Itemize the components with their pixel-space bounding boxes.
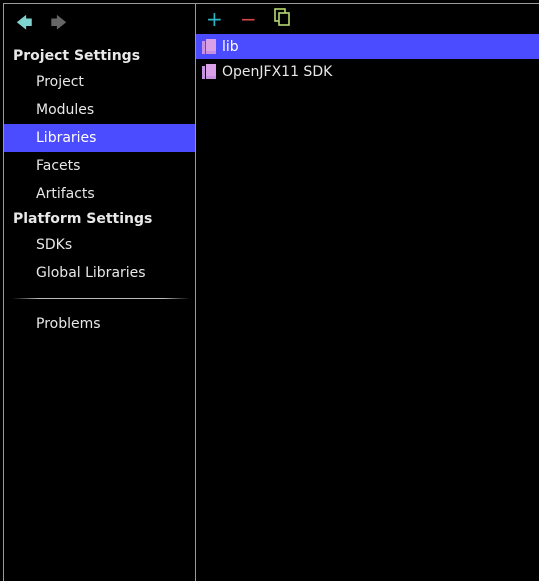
sidebar: 🡄 🡆 Project Settings Project Modules Lib… xyxy=(4,4,195,581)
sidebar-item-problems[interactable]: Problems xyxy=(4,310,195,338)
divider xyxy=(12,298,190,299)
add-button[interactable]: + xyxy=(206,7,223,31)
library-icon xyxy=(202,39,216,54)
sidebar-item-libraries[interactable]: Libraries xyxy=(4,124,195,152)
arrow-right-icon[interactable]: 🡆 xyxy=(51,12,68,39)
toolbar: + − xyxy=(196,4,539,34)
nav-buttons: 🡄 🡆 xyxy=(16,12,67,39)
library-label: lib xyxy=(222,38,239,55)
copy-icon xyxy=(274,8,290,26)
sidebar-item-global-libraries[interactable]: Global Libraries xyxy=(4,259,195,287)
sidebar-item-sdks[interactable]: SDKs xyxy=(4,231,195,259)
library-icon xyxy=(202,64,216,79)
arrow-left-icon[interactable]: 🡄 xyxy=(16,12,33,39)
platform-settings-header: Platform Settings xyxy=(13,211,153,227)
library-label: OpenJFX11 SDK xyxy=(222,63,333,80)
library-row-lib[interactable]: lib xyxy=(196,34,539,59)
libraries-panel: + − lib OpenJFX11 SDK xyxy=(196,4,539,581)
sidebar-item-modules[interactable]: Modules xyxy=(4,96,195,124)
project-settings-header: Project Settings xyxy=(13,48,141,64)
remove-button[interactable]: − xyxy=(240,7,257,31)
sidebar-item-project[interactable]: Project xyxy=(4,68,195,96)
copy-button[interactable] xyxy=(274,7,290,31)
library-row-openjfx[interactable]: OpenJFX11 SDK xyxy=(196,59,539,84)
sidebar-item-facets[interactable]: Facets xyxy=(4,152,195,180)
sidebar-item-artifacts[interactable]: Artifacts xyxy=(4,180,195,208)
